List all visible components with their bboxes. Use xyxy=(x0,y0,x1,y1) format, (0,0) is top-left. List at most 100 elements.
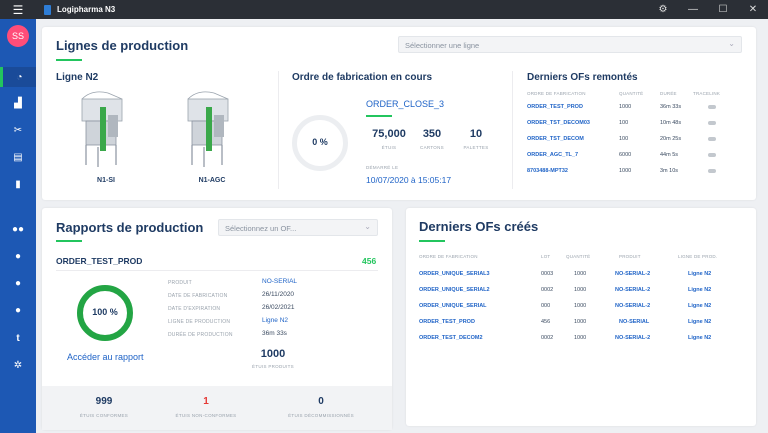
detail-value[interactable]: NO-SERIAL xyxy=(262,278,297,285)
open-report-link[interactable]: Accéder au rapport xyxy=(67,352,144,362)
tools-icon[interactable]: ✂ xyxy=(0,120,36,140)
created-row-qty: 1000 xyxy=(574,303,587,309)
col-header-product: PRODUIT xyxy=(619,254,641,259)
cloud-icon[interactable] xyxy=(708,153,716,157)
settings-cogs-icon[interactable]: ✲ xyxy=(0,355,36,375)
uploaded-row-order[interactable]: ORDER_TST_DECOM xyxy=(527,136,584,142)
factory-icon[interactable]: ▟ xyxy=(0,93,36,113)
cloud-icon[interactable] xyxy=(708,105,716,109)
created-row-order[interactable]: ORDER_UNIQUE_SERIAL3 xyxy=(419,271,490,277)
created-row-product[interactable]: NO-SERIAL-2 xyxy=(615,287,650,293)
uploaded-row-qty: 1000 xyxy=(619,168,632,174)
current-of-order-link[interactable]: ORDER_CLOSE_3 xyxy=(366,99,444,109)
created-row-line[interactable]: Ligne N2 xyxy=(688,335,711,341)
created-ofs-card: Derniers OFs créés ORDRE DE FABRICATION … xyxy=(406,208,756,426)
cloud-icon[interactable] xyxy=(708,169,716,173)
stat-cartons-value: 350 xyxy=(422,128,442,140)
footer-compliant-label: ÉTUIS CONFORMES xyxy=(79,413,129,418)
production-lines-title: Lignes de production xyxy=(56,38,189,53)
created-row-qty: 1000 xyxy=(574,271,587,277)
col-header-line: LIGNE DE PROD. xyxy=(678,254,718,259)
sidebar: SS ◔ ▟ ✂ ▤ ▮ ●● ● ● ● t ✲ xyxy=(0,19,36,433)
created-row-product[interactable]: NO-SERIAL xyxy=(619,319,649,325)
user-settings-icon[interactable]: ● xyxy=(0,273,36,293)
created-row-lot: 456 xyxy=(541,319,551,325)
divider xyxy=(56,270,378,271)
of-progress-percent: 0 % xyxy=(312,137,328,147)
production-reports-title: Rapports de production xyxy=(56,220,204,235)
cloud-icon[interactable] xyxy=(708,121,716,125)
of-select[interactable]: Sélectionnez un OF... ⌄ xyxy=(218,219,378,236)
created-row-order[interactable]: ORDER_TEST_PROD xyxy=(419,319,475,325)
maximize-button[interactable]: ☐ xyxy=(708,4,738,15)
footer-noncompliant-label: ÉTUIS NON-CONFORMES xyxy=(175,413,237,418)
produced-value: 1000 xyxy=(260,348,286,360)
produced-label: ÉTUIS PRODUITS xyxy=(252,364,294,369)
created-row-order[interactable]: ORDER_TEST_DECOM2 xyxy=(419,335,483,341)
user-add-icon[interactable]: ● xyxy=(0,246,36,266)
created-row-line[interactable]: Ligne N2 xyxy=(688,303,711,309)
title-underline xyxy=(56,59,82,61)
close-button[interactable]: ✕ xyxy=(738,4,768,15)
created-row-line[interactable]: Ligne N2 xyxy=(688,271,711,277)
stat-palettes-label: PALETTES xyxy=(463,145,489,150)
col-header-lot: LOT xyxy=(541,254,551,259)
letter-t-icon[interactable]: t xyxy=(0,328,36,348)
detail-value[interactable]: Ligne N2 xyxy=(262,317,288,324)
chevron-down-icon: ⌄ xyxy=(728,39,735,48)
divider xyxy=(278,71,279,189)
uploaded-row-duration: 20m 25s xyxy=(660,136,682,142)
uploaded-row-order[interactable]: ORDER_AGC_TL_7 xyxy=(527,152,578,158)
uploaded-row-qty: 100 xyxy=(619,136,629,142)
uploaded-row-order[interactable]: ORDER_TST_DECOM03 xyxy=(527,120,590,126)
line-name: Ligne N2 xyxy=(56,72,99,83)
minimize-button[interactable]: — xyxy=(678,4,708,15)
col-header-order: ORDRE DE FABRICATION xyxy=(527,91,586,96)
created-row-line[interactable]: Ligne N2 xyxy=(688,287,711,293)
machine-n1-si-image xyxy=(81,91,123,167)
created-row-lot: 0002 xyxy=(541,335,554,341)
production-reports-card: Rapports de production Sélectionnez un O… xyxy=(42,208,392,430)
chevron-down-icon: ⌄ xyxy=(364,222,371,231)
gear-icon[interactable]: ⚙ xyxy=(648,4,678,15)
created-ofs-title: Derniers OFs créés xyxy=(419,219,539,234)
title-underline xyxy=(56,240,82,242)
uploaded-row-order[interactable]: ORDER_TEST_PROD xyxy=(527,104,583,110)
created-row-product[interactable]: NO-SERIAL-2 xyxy=(615,303,650,309)
uploaded-row-duration: 3m 10s xyxy=(660,168,679,174)
dashboard-icon[interactable]: ◔ xyxy=(0,67,36,87)
users-group-icon[interactable]: ●● xyxy=(0,219,36,239)
created-row-qty: 1000 xyxy=(574,287,587,293)
uploaded-row-duration: 44m 5s xyxy=(660,152,679,158)
cloud-icon[interactable] xyxy=(708,137,716,141)
created-row-product[interactable]: NO-SERIAL-2 xyxy=(615,271,650,277)
machine-label-n1-agc: N1-AGC xyxy=(198,177,226,184)
created-row-line[interactable]: Ligne N2 xyxy=(688,319,711,325)
line-select[interactable]: Sélectionner une ligne ⌄ xyxy=(398,36,742,53)
uploaded-row-order[interactable]: 8703488-MPT32 xyxy=(527,168,568,174)
user-key-icon[interactable]: ● xyxy=(0,300,36,320)
started-value: 10/07/2020 à 15:05:17 xyxy=(366,175,452,185)
uploaded-row-qty: 6000 xyxy=(619,152,632,158)
created-row-product[interactable]: NO-SERIAL-2 xyxy=(615,335,650,341)
col-header-duration: DURÉE xyxy=(660,91,677,96)
machine-label-n1-si: N1-SI xyxy=(97,177,115,184)
detail-key: DATE D'EXPIRATION xyxy=(168,306,221,312)
created-row-qty: 1000 xyxy=(574,319,587,325)
archive-icon[interactable]: ▤ xyxy=(0,147,36,167)
title-underline xyxy=(419,240,445,242)
uploaded-row-qty: 100 xyxy=(619,120,629,126)
started-label: DÉMARRÉ LE xyxy=(366,165,399,170)
created-row-order[interactable]: ORDER_UNIQUE_SERIAL2 xyxy=(419,287,490,293)
report-order-count: 456 xyxy=(362,256,377,266)
document-icon[interactable]: ▮ xyxy=(0,174,36,194)
footer-compliant-value: 999 xyxy=(95,396,113,407)
created-row-lot: 000 xyxy=(541,303,551,309)
avatar[interactable]: SS xyxy=(7,25,29,47)
menu-icon[interactable]: ☰ xyxy=(0,3,36,17)
production-lines-card: Lignes de production Sélectionner une li… xyxy=(42,27,756,200)
footer-noncompliant-value: 1 xyxy=(203,396,209,407)
report-order-name: ORDER_TEST_PROD xyxy=(56,256,143,266)
line-select-placeholder: Sélectionner une ligne xyxy=(405,41,480,50)
created-row-order[interactable]: ORDER_UNIQUE_SERIAL xyxy=(419,303,487,309)
